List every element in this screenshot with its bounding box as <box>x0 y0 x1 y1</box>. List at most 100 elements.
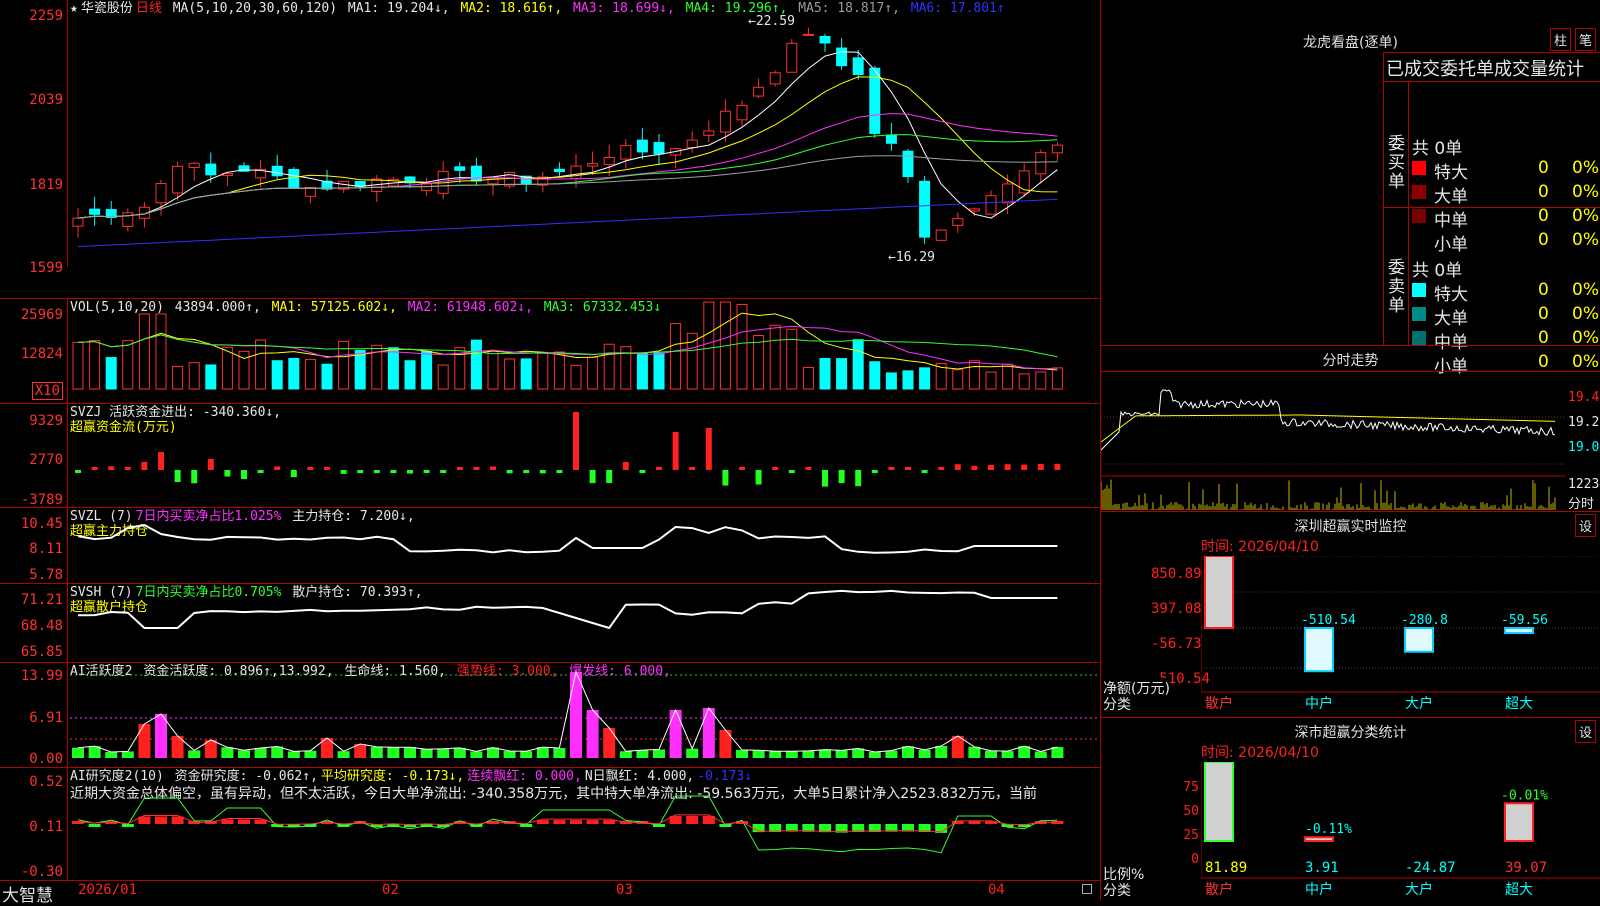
main-holding-chart[interactable] <box>70 508 1100 583</box>
activity-bar <box>370 746 383 758</box>
sz-stats-settings-button[interactable]: 设 <box>1575 720 1597 743</box>
order-size-label: 特大 <box>1434 163 1468 183</box>
volume-bar <box>919 367 931 390</box>
research-bar <box>586 820 599 824</box>
activity-bar <box>702 708 715 758</box>
activity-bar <box>1051 747 1064 758</box>
svzj-panel[interactable]: 9329 2770 -3789 SVZJ 活跃资金进出: -340.360↓, … <box>0 404 1100 508</box>
brand-logo[interactable]: 大智慧 <box>2 881 53 906</box>
intraday-chart[interactable] <box>1101 372 1566 510</box>
volume-chart[interactable] <box>70 299 1100 403</box>
candlestick-chart[interactable] <box>70 0 1100 267</box>
order-percent: 0% <box>1572 206 1599 226</box>
candle-body <box>288 168 300 189</box>
order-total: 共 0单 <box>1412 139 1463 159</box>
fund-flow-bar <box>75 470 81 473</box>
activity-bar <box>420 749 433 758</box>
net-bar <box>1204 556 1234 629</box>
fund-flow-bar <box>971 465 978 470</box>
research-bar <box>221 819 234 824</box>
ai-activity-panel[interactable]: 13.99 6.91 0.00 AI活跃度2 资金活跃度: 0.896↑,13.… <box>0 663 1100 767</box>
ai1-tick: 13.99 <box>20 668 63 684</box>
svzl-panel[interactable]: 10.45 8.11 5.78 SVZL (7) 7日内买卖净占比1.025% 主… <box>0 508 1100 583</box>
volume-bar <box>802 366 814 390</box>
lock-icon[interactable] <box>1082 884 1092 894</box>
volume-bar <box>271 360 283 390</box>
fund-flow-bar <box>871 470 878 473</box>
svsh-axis: 71.21 68.48 65.85 <box>0 584 68 662</box>
activity-bar <box>586 710 599 758</box>
tick-mode-button[interactable]: 笔 <box>1575 28 1597 51</box>
candle-body <box>686 139 698 149</box>
activity-bar <box>736 749 748 758</box>
intraday-panel[interactable]: 分时走势 19.43 19.22 19.01 1223 分时 <box>1100 346 1600 512</box>
volume-bar <box>570 364 582 390</box>
volume-panel[interactable]: 25969 12824 X10 VOL(5,10,20) 43894.000↑,… <box>0 299 1100 403</box>
sz-monitor-settings-button[interactable]: 设 <box>1575 514 1597 537</box>
bar-mode-button[interactable]: 柱 <box>1550 28 1572 51</box>
activity-bar <box>553 747 566 758</box>
longhu-title: 龙虎看盘(逐单) <box>1303 35 1398 51</box>
ratio-bar <box>1304 836 1334 843</box>
ratio-value-label: 3.91 <box>1305 860 1339 876</box>
sz-monitor-chart[interactable]: 850.89 散户 -510.54 中户 -280.8 大户 -59.56 超大 <box>1201 556 1600 718</box>
fund-flow-bar <box>921 470 928 473</box>
sz-stats-chart[interactable]: +0.18%81.89散户-0.11%3.91中户-24.87大户-0.01%3… <box>1201 762 1600 900</box>
stats-tick: 75 <box>1183 780 1199 795</box>
fund-flow-chart[interactable] <box>70 404 1100 507</box>
sz-stats-panel[interactable]: 深市超赢分类统计 设 时间: 2026/04/10 75 50 25 0 比例%… <box>1100 718 1600 900</box>
fund-flow-bar <box>772 467 779 470</box>
stats-xlabel: 分类 <box>1103 883 1131 899</box>
ratio-bar <box>1504 802 1534 842</box>
svsh-tick: 71.21 <box>20 592 63 608</box>
candle-body <box>952 218 964 226</box>
activity-bar <box>188 750 201 758</box>
category-label: 超大 <box>1505 882 1533 898</box>
candle-body <box>1051 144 1063 154</box>
fund-flow-bar <box>705 428 712 470</box>
activity-bar <box>404 747 416 758</box>
category-label: 大户 <box>1405 881 1433 898</box>
date-label: 2026/01 <box>78 882 138 898</box>
activity-bar <box>636 750 649 758</box>
activity-bar <box>719 730 732 758</box>
volume-bar <box>520 358 532 390</box>
ai-activity-axis: 13.99 6.91 0.00 <box>0 663 68 767</box>
volume-bar <box>404 360 416 390</box>
fund-flow-bar <box>722 470 729 486</box>
sz-monitor-panel[interactable]: 深圳超赢实时监控 设 时间: 2026/04/10 850.89 397.08 … <box>1100 512 1600 717</box>
candle-body <box>587 163 599 167</box>
research-chart[interactable] <box>70 768 1100 880</box>
candle-body <box>454 166 466 171</box>
svsh-panel[interactable]: 71.21 68.48 65.85 SVSH (7) 7日内买卖净占比0.705%… <box>0 584 1100 662</box>
volume-bar <box>288 357 300 390</box>
fund-flow-bar <box>639 470 646 473</box>
stats-title: 已成交委托单成交量统计 <box>1386 59 1584 80</box>
date-label: 04 <box>988 882 1005 898</box>
svzl-tick: 10.45 <box>20 516 63 532</box>
activity-bar <box>868 751 881 758</box>
fund-flow-bar <box>539 470 546 474</box>
vol-multiplier: X10 <box>31 382 63 400</box>
activity-bar <box>669 710 682 758</box>
activity-bar <box>121 751 134 758</box>
bar-value-label: -59.56 <box>1501 613 1548 628</box>
volume-bar <box>587 356 599 390</box>
activity-bar <box>337 751 350 758</box>
candle-body <box>769 72 781 85</box>
activity-line <box>77 670 1058 753</box>
price-panel[interactable]: 2259 2039 1819 1599 ★ 华瓷股份 日线 MA(5,10,20,3… <box>0 0 1100 276</box>
fund-flow-bar <box>606 470 613 484</box>
fund-flow-bar <box>506 470 513 474</box>
candle-body <box>736 104 748 121</box>
activity-chart[interactable] <box>70 663 1100 767</box>
candle-body <box>620 145 632 160</box>
svzl-axis: 10.45 8.11 5.78 <box>0 508 68 583</box>
fund-flow-bar <box>822 470 828 487</box>
fund-flow-bar <box>224 470 231 477</box>
ai-research-panel[interactable]: 0.52 0.11 -0.30 AI研究度2(10) 资金研究度: -0.062… <box>0 768 1100 880</box>
retail-holding-chart[interactable] <box>70 584 1100 662</box>
fund-flow-bar <box>307 467 314 470</box>
fund-flow-bar <box>390 470 397 473</box>
sz-stats-title: 深市超赢分类统计 <box>1294 725 1407 741</box>
